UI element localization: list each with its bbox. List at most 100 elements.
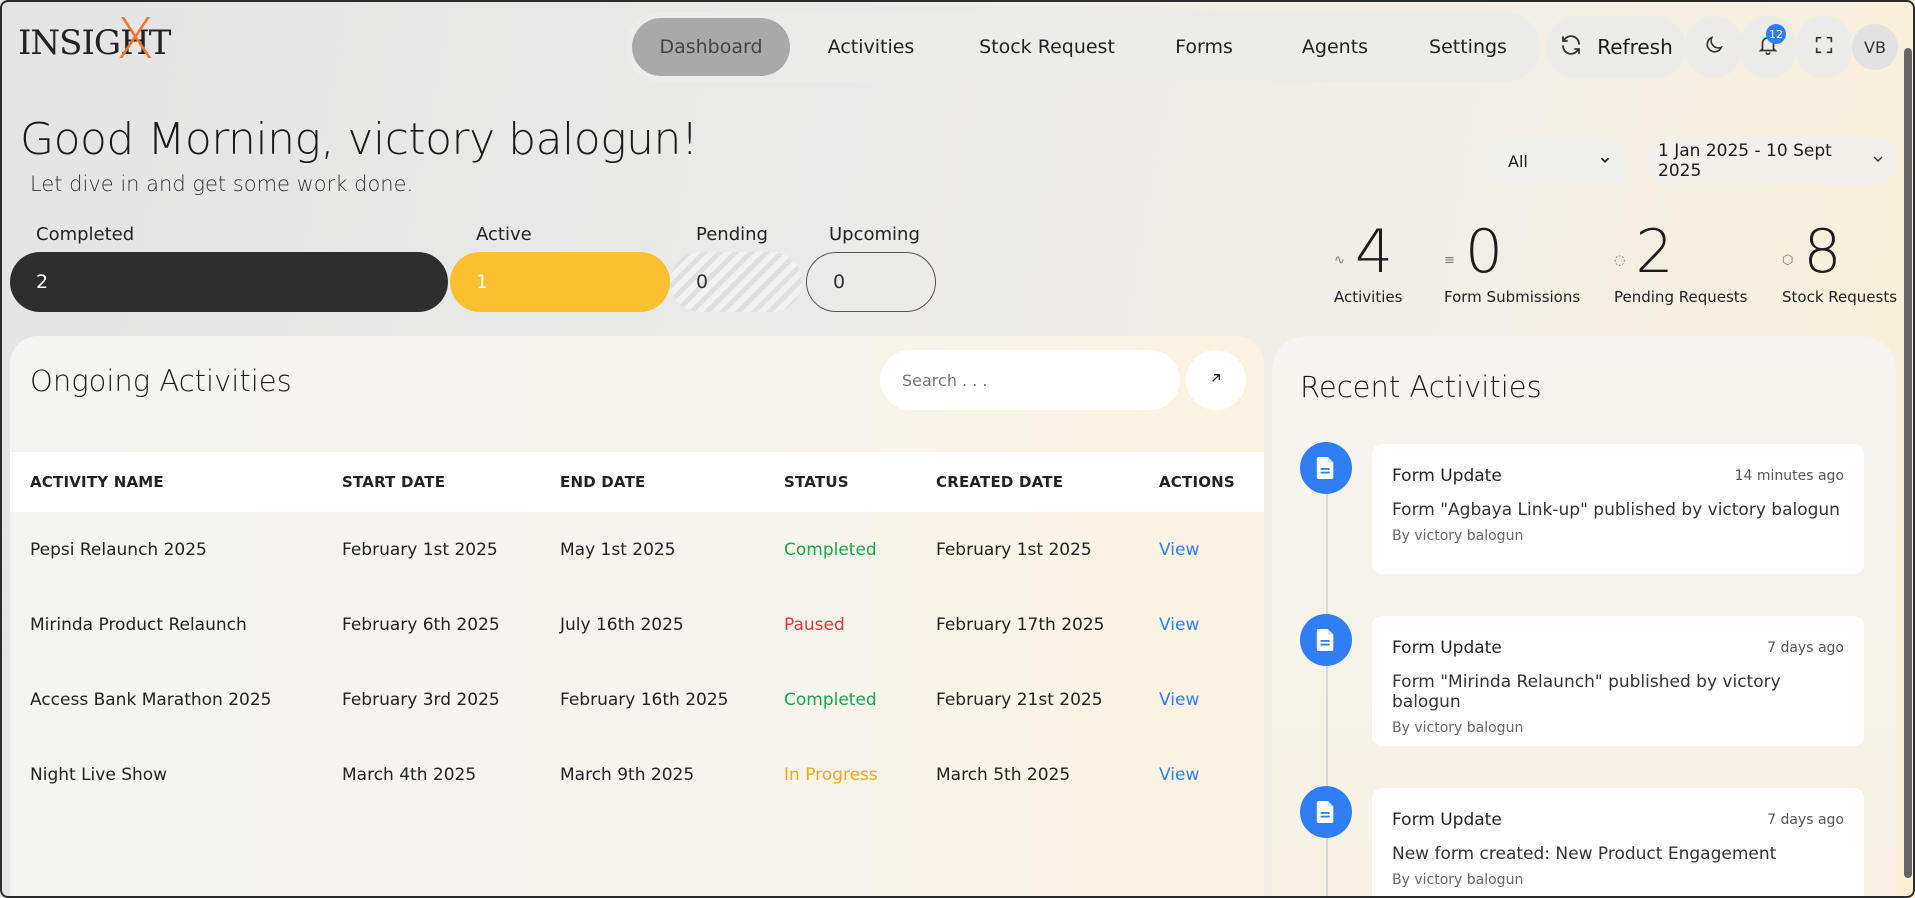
activity-icon: ∿ bbox=[1334, 253, 1345, 268]
nav-item-dashboard[interactable]: Dashboard bbox=[632, 18, 790, 76]
table-row[interactable]: Mirinda Product Relaunch February 6th 20… bbox=[10, 587, 1264, 662]
start-date: February 3rd 2025 bbox=[342, 689, 500, 710]
nav-item-forms[interactable]: Forms bbox=[1142, 18, 1266, 76]
stat-value: 8 bbox=[1803, 217, 1842, 287]
end-date: March 9th 2025 bbox=[560, 764, 695, 785]
date-range-value: 1 Jan 2025 - 10 Sept 2025 bbox=[1658, 141, 1832, 181]
refresh-label: Refresh bbox=[1597, 35, 1673, 59]
activity-author: By victory balogun bbox=[1392, 528, 1524, 544]
table-row[interactable]: Access Bank Marathon 2025 February 3rd 2… bbox=[10, 662, 1264, 737]
type-filter-value: All bbox=[1508, 151, 1528, 171]
end-date: July 16th 2025 bbox=[560, 614, 684, 635]
activity-title: Form Update bbox=[1392, 810, 1502, 830]
pending-label: Pending bbox=[696, 224, 768, 245]
recent-activity-card[interactable]: Form Update 14 minutes ago Form "Agbaya … bbox=[1372, 444, 1864, 574]
stat-stock-requests: ⬡ 8 Stock Requests bbox=[1782, 222, 1897, 306]
activity-name: Night Live Show bbox=[30, 764, 168, 785]
activity-title: Form Update bbox=[1392, 466, 1502, 486]
user-avatar[interactable]: VB bbox=[1852, 24, 1898, 70]
created-date: February 21st 2025 bbox=[936, 689, 1103, 710]
start-date: March 4th 2025 bbox=[342, 764, 477, 785]
view-link[interactable]: View bbox=[1159, 690, 1199, 710]
greeting-title: Good Morning, victory balogun! bbox=[20, 114, 699, 165]
greeting-subtitle: Let dive in and get some work done. bbox=[30, 172, 414, 196]
document-icon bbox=[1300, 786, 1352, 838]
view-link[interactable]: View bbox=[1159, 765, 1199, 785]
upcoming-label: Upcoming bbox=[829, 224, 920, 245]
column-header[interactable]: END DATE bbox=[560, 473, 645, 491]
activity-description: Form "Agbaya Link-up" published by victo… bbox=[1392, 500, 1840, 520]
table-row[interactable]: Night Live Show March 4th 2025 March 9th… bbox=[10, 737, 1264, 812]
loader-icon: ◌ bbox=[1614, 253, 1626, 268]
activity-description: New form created: New Product Engagement bbox=[1392, 844, 1777, 864]
nav-item-agents[interactable]: Agents bbox=[1266, 18, 1404, 76]
column-header[interactable]: ACTIVITY NAME bbox=[30, 473, 164, 491]
activity-author: By victory balogun bbox=[1392, 872, 1524, 888]
date-range-select[interactable]: 1 Jan 2025 - 10 Sept 2025 bbox=[1648, 136, 1896, 186]
notifications-button[interactable]: 12 bbox=[1740, 16, 1796, 78]
stat-value: 4 bbox=[1354, 217, 1394, 287]
activity-time: 7 days ago bbox=[1767, 640, 1844, 656]
upcoming-pill[interactable]: 0 bbox=[806, 252, 936, 312]
start-date: February 6th 2025 bbox=[342, 614, 500, 635]
recent-activity-card[interactable]: Form Update 7 days ago New form created:… bbox=[1372, 788, 1864, 898]
created-date: March 5th 2025 bbox=[936, 764, 1071, 785]
stat-activities: ∿ 4 Activities bbox=[1334, 222, 1402, 306]
nav-item-settings[interactable]: Settings bbox=[1404, 18, 1532, 76]
pending-pill[interactable]: 0 bbox=[670, 252, 802, 312]
recent-activity-card[interactable]: Form Update 7 days ago Form "Mirinda Rel… bbox=[1372, 616, 1864, 746]
document-icon bbox=[1300, 442, 1352, 494]
arrow-up-right-icon bbox=[1208, 370, 1224, 390]
stat-pending-requests: ◌ 2 Pending Requests bbox=[1614, 222, 1747, 306]
stat-label: Activities bbox=[1334, 288, 1403, 306]
refresh-icon bbox=[1559, 33, 1583, 62]
nav-item-stock-request[interactable]: Stock Request bbox=[952, 18, 1142, 76]
refresh-button[interactable]: Refresh bbox=[1546, 16, 1686, 78]
active-pill[interactable]: 1 bbox=[450, 252, 670, 312]
end-date: February 16th 2025 bbox=[560, 689, 729, 710]
completed-pill[interactable]: 2 bbox=[10, 252, 448, 312]
stat-label: Form Submissions bbox=[1444, 288, 1581, 306]
type-filter-select[interactable]: All bbox=[1488, 138, 1626, 184]
brand-logo[interactable]: INSIGHT X bbox=[18, 12, 171, 72]
stat-value: 2 bbox=[1635, 217, 1674, 287]
recent-activities-panel: Recent Activities Form Update 14 minutes… bbox=[1272, 336, 1896, 898]
main-nav: Dashboard Activities Stock Request Forms… bbox=[626, 12, 1540, 82]
table-header: ACTIVITY NAME START DATE END DATE STATUS… bbox=[10, 452, 1264, 512]
stat-value: 0 bbox=[1464, 217, 1504, 287]
nav-item-activities[interactable]: Activities bbox=[790, 18, 952, 76]
ongoing-activities-panel: Ongoing Activities ACTIVITY NAME START D… bbox=[10, 336, 1264, 898]
view-link[interactable]: View bbox=[1159, 540, 1199, 560]
column-header[interactable]: CREATED DATE bbox=[936, 473, 1063, 491]
activity-time: 14 minutes ago bbox=[1734, 468, 1844, 484]
activity-title: Form Update bbox=[1392, 638, 1502, 658]
page-scrollbar[interactable] bbox=[1904, 48, 1912, 878]
fullscreen-icon bbox=[1813, 34, 1835, 60]
status-text: Paused bbox=[784, 614, 845, 635]
activity-description: Form "Mirinda Relaunch" published by vic… bbox=[1392, 672, 1781, 712]
theme-toggle-button[interactable] bbox=[1686, 16, 1742, 78]
column-header[interactable]: START DATE bbox=[342, 473, 445, 491]
activity-name: Pepsi Relaunch 2025 bbox=[30, 539, 207, 560]
activity-author: By victory balogun bbox=[1392, 720, 1524, 736]
created-date: February 1st 2025 bbox=[936, 539, 1092, 560]
stat-form-submissions: ≡ 0 Form Submissions bbox=[1444, 222, 1580, 306]
chevron-down-icon bbox=[1870, 151, 1886, 172]
status-text: Completed bbox=[784, 689, 877, 710]
view-link[interactable]: View bbox=[1159, 615, 1199, 635]
activity-time: 7 days ago bbox=[1767, 812, 1844, 828]
column-header[interactable]: STATUS bbox=[784, 473, 849, 491]
completed-label: Completed bbox=[36, 224, 135, 245]
start-date: February 1st 2025 bbox=[342, 539, 498, 560]
document-icon bbox=[1300, 614, 1352, 666]
notification-badge: 12 bbox=[1766, 24, 1786, 44]
stat-label: Pending Requests bbox=[1614, 288, 1748, 306]
moon-icon bbox=[1703, 34, 1725, 60]
table-row[interactable]: Pepsi Relaunch 2025 February 1st 2025 Ma… bbox=[10, 512, 1264, 587]
open-activities-button[interactable] bbox=[1186, 350, 1246, 410]
fullscreen-button[interactable] bbox=[1796, 16, 1852, 78]
activity-name: Mirinda Product Relaunch bbox=[30, 614, 247, 635]
search-input[interactable] bbox=[880, 350, 1180, 410]
list-icon: ≡ bbox=[1444, 253, 1455, 268]
end-date: May 1st 2025 bbox=[560, 539, 676, 560]
